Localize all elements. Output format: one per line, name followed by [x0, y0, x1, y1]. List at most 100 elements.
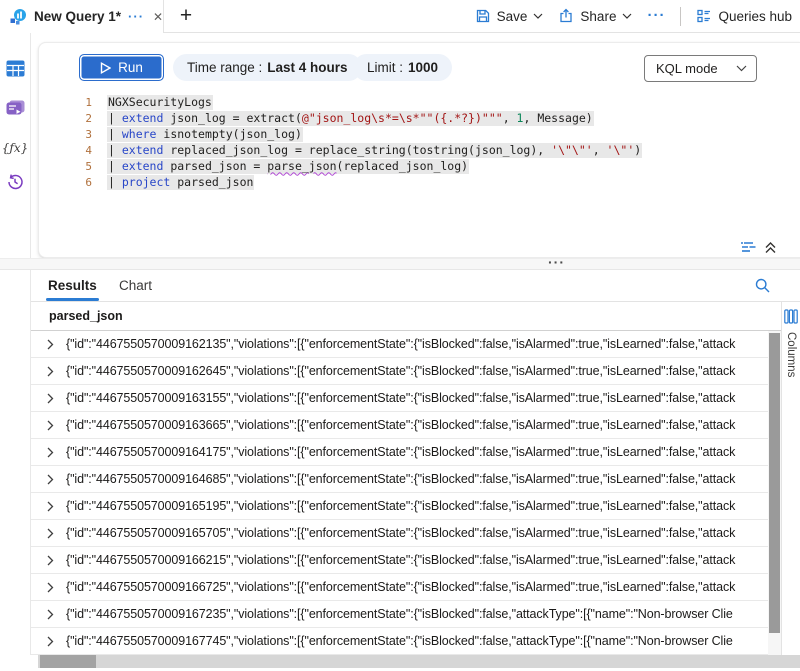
kusto-web-explorer: New Query 1* ··· ✕ + Save: [0, 0, 800, 671]
chevron-down-icon: [622, 13, 632, 19]
queries-hub-icon: [696, 8, 712, 24]
row-json-value: {"id":"4467550570009167235","violations"…: [66, 607, 733, 621]
row-json-value: {"id":"4467550570009162645","violations"…: [66, 364, 735, 378]
run-button[interactable]: Run: [79, 54, 164, 81]
horizontal-scrollbar-thumb[interactable]: [40, 655, 96, 668]
expand-row-icon[interactable]: [46, 366, 55, 377]
vertical-scrollbar-thumb[interactable]: [769, 333, 780, 633]
row-json-value: {"id":"4467550570009165705","violations"…: [66, 526, 735, 540]
grid-body: {"id":"4467550570009162135","violations"…: [31, 331, 768, 655]
code-line[interactable]: 3| where isnotempty(json_log): [39, 126, 798, 142]
row-json-value: {"id":"4467550570009166725","violations"…: [66, 580, 735, 594]
splitter-handle[interactable]: ···: [548, 254, 565, 270]
code-line[interactable]: 4| extend replaced_json_log = replace_st…: [39, 142, 798, 158]
line-number: 3: [39, 128, 107, 141]
expand-row-icon[interactable]: [46, 501, 55, 512]
tab-results[interactable]: Results: [48, 270, 97, 301]
table-row[interactable]: {"id":"4467550570009164175","violations"…: [31, 439, 768, 466]
expand-row-icon[interactable]: [46, 474, 55, 485]
line-number: 4: [39, 144, 107, 157]
columns-panel-strip: Columns: [781, 302, 800, 655]
more-icon: ···: [647, 11, 665, 21]
tab-new-query[interactable]: New Query 1* ··· ✕: [0, 0, 164, 33]
columns-icon: [784, 309, 798, 324]
time-range-picker[interactable]: Time range : Last 4 hours: [173, 54, 362, 81]
row-json-value: {"id":"4467550570009166215","violations"…: [66, 553, 735, 567]
left-rail: {ƒx}: [0, 33, 31, 655]
table-row[interactable]: {"id":"4467550570009162135","violations"…: [31, 331, 768, 358]
line-number: 5: [39, 160, 107, 173]
row-json-value: {"id":"4467550570009163155","violations"…: [66, 391, 735, 405]
table-row[interactable]: {"id":"4467550570009165705","violations"…: [31, 520, 768, 547]
tab-chart[interactable]: Chart: [119, 270, 152, 301]
editor-corner-actions: [740, 241, 777, 254]
code-line[interactable]: 1NGXSecurityLogs: [39, 94, 798, 110]
new-tab-button[interactable]: +: [173, 2, 199, 30]
play-icon: [100, 62, 111, 74]
table-row[interactable]: {"id":"4467550570009163665","violations"…: [31, 412, 768, 439]
tab-title: New Query 1*: [34, 9, 121, 24]
expand-row-icon[interactable]: [46, 528, 55, 539]
expand-row-icon[interactable]: [46, 393, 55, 404]
expand-row-icon[interactable]: [46, 339, 55, 350]
functions-icon[interactable]: {ƒx}: [0, 133, 30, 163]
row-json-value: {"id":"4467550570009163665","violations"…: [66, 418, 735, 432]
saved-queries-icon[interactable]: [0, 93, 30, 123]
table-row[interactable]: {"id":"4467550570009162645","violations"…: [31, 358, 768, 385]
results-tabbar: Results Chart: [31, 270, 800, 302]
table-row[interactable]: {"id":"4467550570009167745","violations"…: [31, 628, 768, 655]
expand-row-icon[interactable]: [46, 609, 55, 620]
pane-splitter[interactable]: ···: [0, 258, 800, 270]
table-row[interactable]: {"id":"4467550570009166725","violations"…: [31, 574, 768, 601]
table-row[interactable]: {"id":"4467550570009167235","violations"…: [31, 601, 768, 628]
line-number: 6: [39, 176, 107, 189]
format-lines-icon[interactable]: [740, 241, 757, 254]
code-line[interactable]: 2| extend json_log = extract(@"json_log\…: [39, 110, 798, 126]
more-actions-button[interactable]: ···: [647, 11, 665, 21]
query-mode-select[interactable]: KQL mode: [644, 55, 757, 82]
row-json-value: {"id":"4467550570009164175","violations"…: [66, 445, 735, 459]
expand-row-icon[interactable]: [46, 447, 55, 458]
horizontal-scrollbar[interactable]: [38, 655, 800, 668]
code-line[interactable]: 6| project parsed_json: [39, 174, 798, 190]
share-icon: [558, 8, 574, 24]
column-header-parsed-json[interactable]: parsed_json: [49, 309, 123, 323]
table-row[interactable]: {"id":"4467550570009165195","violations"…: [31, 493, 768, 520]
divider: [680, 7, 681, 26]
row-json-value: {"id":"4467550570009165195","violations"…: [66, 499, 735, 513]
row-json-value: {"id":"4467550570009162135","violations"…: [66, 337, 735, 351]
limit-picker[interactable]: Limit : 1000: [353, 54, 452, 81]
chevron-down-icon: [533, 13, 543, 19]
vertical-scrollbar[interactable]: [768, 331, 781, 655]
row-json-value: {"id":"4467550570009164685","violations"…: [66, 472, 735, 486]
table-row[interactable]: {"id":"4467550570009164685","violations"…: [31, 466, 768, 493]
share-button[interactable]: Share: [558, 8, 632, 24]
collapse-editor-icon[interactable]: [764, 241, 777, 254]
query-history-icon[interactable]: [0, 167, 30, 197]
row-json-value: {"id":"4467550570009167745","violations"…: [66, 634, 733, 648]
table-row[interactable]: {"id":"4467550570009166215","violations"…: [31, 547, 768, 574]
expand-row-icon[interactable]: [46, 636, 55, 647]
queries-hub-button[interactable]: Queries hub: [696, 8, 792, 24]
save-button[interactable]: Save: [475, 8, 544, 24]
save-icon: [475, 8, 491, 24]
code-line[interactable]: 5| extend parsed_json = parse_json(repla…: [39, 158, 798, 174]
chevron-down-icon: [736, 65, 747, 72]
table-row[interactable]: {"id":"4467550570009163155","violations"…: [31, 385, 768, 412]
expand-row-icon[interactable]: [46, 555, 55, 566]
code-lines[interactable]: 1NGXSecurityLogs2| extend json_log = ext…: [39, 94, 798, 190]
tab-bar: New Query 1* ··· ✕ + Save: [0, 0, 800, 33]
tabbar-actions: Save Share ···: [475, 0, 792, 32]
columns-panel-tab[interactable]: Columns: [782, 302, 800, 377]
grid-header[interactable]: parsed_json: [31, 302, 781, 331]
expand-row-icon[interactable]: [46, 582, 55, 593]
tab-close-icon[interactable]: ✕: [151, 10, 165, 24]
tab-more-icon[interactable]: ···: [128, 12, 144, 22]
query-editor-panel: Run Time range : Last 4 hours Limit : 10…: [38, 42, 800, 258]
adx-query-icon: [9, 8, 27, 26]
columns-panel-label: Columns: [785, 332, 797, 377]
expand-row-icon[interactable]: [46, 420, 55, 431]
connections-table-icon[interactable]: [0, 53, 30, 83]
search-icon[interactable]: [754, 277, 771, 294]
line-number: 2: [39, 112, 107, 125]
